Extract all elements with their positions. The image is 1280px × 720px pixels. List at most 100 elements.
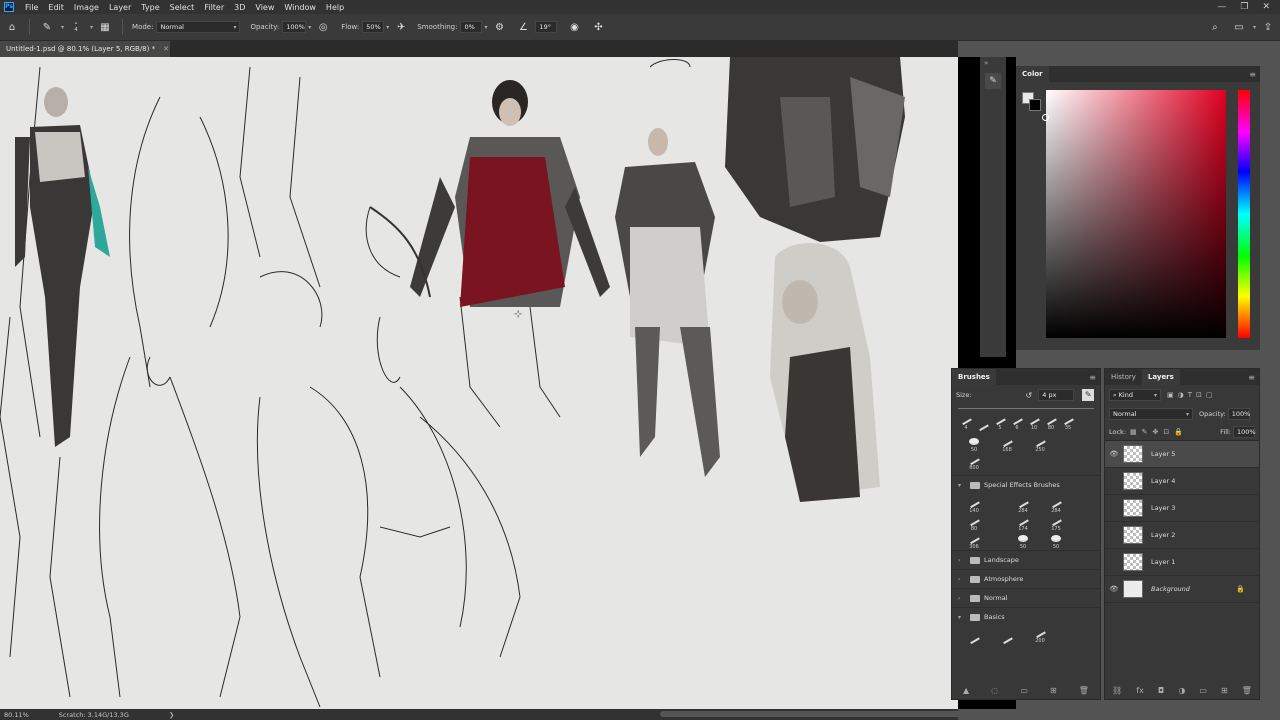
brush-preset[interactable]: 50 bbox=[966, 435, 982, 453]
status-chevron-icon[interactable]: ❯ bbox=[169, 711, 174, 719]
layer-opacity-field[interactable]: 100% bbox=[1227, 408, 1250, 420]
menu-edit[interactable]: Edit bbox=[43, 3, 69, 12]
brush-preset[interactable]: 250 bbox=[1032, 435, 1048, 453]
brush-preset[interactable]: 140 bbox=[966, 496, 982, 514]
background-color-swatch[interactable] bbox=[1029, 99, 1041, 111]
panel-menu-icon[interactable]: ≡ bbox=[1248, 373, 1255, 382]
document-tab[interactable]: Untitled-1.psd @ 80.1% (Layer 5, RGB/8) … bbox=[0, 41, 170, 57]
zoom-level[interactable]: 80.11% bbox=[4, 711, 29, 719]
close-tab-icon[interactable]: ✕ bbox=[163, 45, 169, 53]
brush-picker-dropdown-icon[interactable]: ▾ bbox=[90, 24, 93, 31]
brush-settings-icon[interactable]: ▦ bbox=[98, 20, 112, 34]
tool-preset-dropdown-icon[interactable]: ▾ bbox=[61, 24, 64, 31]
brush-preset[interactable] bbox=[975, 413, 991, 432]
layer-row-background[interactable]: 👁 Background 🔒 bbox=[1105, 576, 1259, 603]
reset-icon[interactable]: ↺ bbox=[1026, 391, 1033, 400]
brush-preset[interactable]: 6 bbox=[1009, 413, 1025, 431]
layer-kind-filter[interactable]: ⌕ Kind ▾ bbox=[1109, 389, 1161, 401]
brush-group-basics[interactable]: ▾ Basics bbox=[952, 607, 1100, 626]
search-icon[interactable]: ⌕ bbox=[1208, 20, 1222, 34]
pressure-size-icon[interactable]: ◉ bbox=[567, 20, 581, 34]
minimize-icon[interactable]: — bbox=[1217, 2, 1226, 12]
new-group-icon[interactable]: ▭ bbox=[1199, 686, 1207, 695]
layer-row[interactable]: Layer 3 bbox=[1105, 495, 1259, 522]
tab-brushes[interactable]: Brushes bbox=[952, 369, 996, 385]
layer-row[interactable]: Layer 1 bbox=[1105, 549, 1259, 576]
brush-preset[interactable] bbox=[999, 626, 1015, 645]
brush-size-picker[interactable]: • 4 bbox=[69, 20, 83, 34]
share-icon[interactable]: ⇪ bbox=[1261, 20, 1275, 34]
brush-preset[interactable]: 800 bbox=[966, 453, 982, 471]
flow-dropdown-icon[interactable]: ▾ bbox=[386, 24, 389, 31]
brush-preset[interactable]: 35 bbox=[1060, 413, 1076, 431]
adjustment-layer-icon[interactable]: ◑ bbox=[1178, 686, 1185, 695]
airbrush-icon[interactable]: ✈ bbox=[394, 20, 408, 34]
blend-mode-select[interactable]: Normal ▾ bbox=[1109, 408, 1193, 420]
opacity-dropdown-icon[interactable]: ▾ bbox=[308, 24, 311, 31]
new-brush-icon[interactable]: ⊞ bbox=[1050, 686, 1057, 695]
brush-group-normal[interactable]: › Normal bbox=[952, 588, 1100, 607]
brush-group-landscape[interactable]: › Landscape bbox=[952, 550, 1100, 569]
home-icon[interactable]: ⌂ bbox=[5, 20, 19, 34]
canvas[interactable]: ⊹ bbox=[0, 57, 958, 709]
lock-options-icons[interactable]: ▦✎✥⊡🔒 bbox=[1130, 428, 1188, 436]
color-picker-field[interactable] bbox=[1046, 90, 1226, 338]
panel-menu-icon[interactable]: ≡ bbox=[1089, 373, 1096, 382]
brush-preset[interactable]: 284 bbox=[1048, 496, 1064, 514]
fx-icon[interactable]: fx bbox=[1136, 686, 1144, 695]
brush-preset[interactable]: 168 bbox=[999, 435, 1015, 453]
menu-help[interactable]: Help bbox=[321, 3, 349, 12]
delete-icon[interactable]: 🗑 bbox=[1079, 686, 1089, 695]
color-picker-cursor[interactable] bbox=[1042, 114, 1049, 121]
filter-type-icons[interactable]: ▣◑T⊡▢ bbox=[1167, 391, 1216, 399]
menu-file[interactable]: File bbox=[20, 3, 43, 12]
brush-preset[interactable]: 50 bbox=[1015, 532, 1031, 550]
brush-preset[interactable]: 5 bbox=[992, 413, 1008, 431]
brush-preset[interactable] bbox=[966, 626, 982, 645]
menu-type[interactable]: Type bbox=[136, 3, 164, 12]
brush-group-atmosphere[interactable]: › Atmosphere bbox=[952, 569, 1100, 588]
brush-preset[interactable]: 306 bbox=[966, 532, 982, 550]
add-mask-icon[interactable]: ◘ bbox=[1158, 686, 1164, 695]
pressure-opacity-icon[interactable]: ◎ bbox=[316, 20, 330, 34]
brush-tool-icon[interactable]: ✎ bbox=[40, 20, 54, 34]
brush-preset[interactable]: 200 bbox=[1032, 626, 1048, 644]
new-group-icon[interactable]: ▭ bbox=[1020, 686, 1028, 695]
brush-size-field[interactable]: 4 px bbox=[1038, 389, 1075, 401]
brush-preset[interactable]: 50 bbox=[1048, 532, 1064, 550]
brush-preset[interactable]: 80 bbox=[1043, 413, 1059, 431]
brush-preset[interactable]: 80 bbox=[966, 514, 982, 532]
flow-field[interactable]: 50% bbox=[362, 21, 385, 33]
eye-icon[interactable]: 👁 bbox=[1105, 585, 1123, 593]
brush-preset[interactable]: 4 bbox=[958, 413, 974, 431]
link-layers-icon[interactable]: ⛓ bbox=[1112, 686, 1122, 695]
layer-row[interactable]: Layer 2 bbox=[1105, 522, 1259, 549]
layer-row[interactable]: Layer 4 bbox=[1105, 468, 1259, 495]
smoothing-dropdown-icon[interactable]: ▾ bbox=[484, 24, 487, 31]
tab-history[interactable]: History bbox=[1105, 369, 1142, 385]
brush-size-slider-icon[interactable]: ▲ bbox=[963, 686, 969, 695]
workspace-dropdown-icon[interactable]: ▾ bbox=[1253, 24, 1256, 31]
toggle-preview-icon[interactable]: ◌ bbox=[991, 686, 998, 695]
new-layer-icon[interactable]: ⊞ bbox=[1221, 686, 1228, 695]
brush-settings-panel-icon[interactable]: ✎ bbox=[985, 73, 1001, 89]
brush-preset[interactable]: 174 bbox=[1015, 514, 1031, 532]
collapse-arrows-icon[interactable]: » bbox=[984, 59, 1002, 67]
menu-filter[interactable]: Filter bbox=[199, 3, 229, 12]
fill-field[interactable]: 100% bbox=[1233, 425, 1256, 438]
mode-select[interactable]: Normal ▾ bbox=[156, 21, 241, 33]
menu-view[interactable]: View bbox=[250, 3, 279, 12]
gear-icon[interactable]: ⚙ bbox=[492, 20, 506, 34]
restore-icon[interactable]: ❐ bbox=[1240, 2, 1248, 12]
menu-3d[interactable]: 3D bbox=[229, 3, 250, 12]
brush-preset[interactable]: 10 bbox=[1026, 413, 1042, 431]
hue-slider[interactable] bbox=[1238, 90, 1250, 338]
horizontal-scrollbar[interactable] bbox=[660, 711, 960, 717]
brush-group-special-effects[interactable]: ▾ Special Effects Brushes bbox=[952, 475, 1100, 494]
menu-window[interactable]: Window bbox=[279, 3, 321, 12]
photoshop-logo-icon[interactable]: Ps bbox=[4, 2, 14, 12]
layer-row[interactable]: 👁 Layer 5 bbox=[1105, 441, 1259, 468]
symmetry-icon[interactable]: ✣ bbox=[591, 20, 605, 34]
smoothing-field[interactable]: 0% bbox=[460, 21, 483, 33]
menu-image[interactable]: Image bbox=[69, 3, 104, 12]
